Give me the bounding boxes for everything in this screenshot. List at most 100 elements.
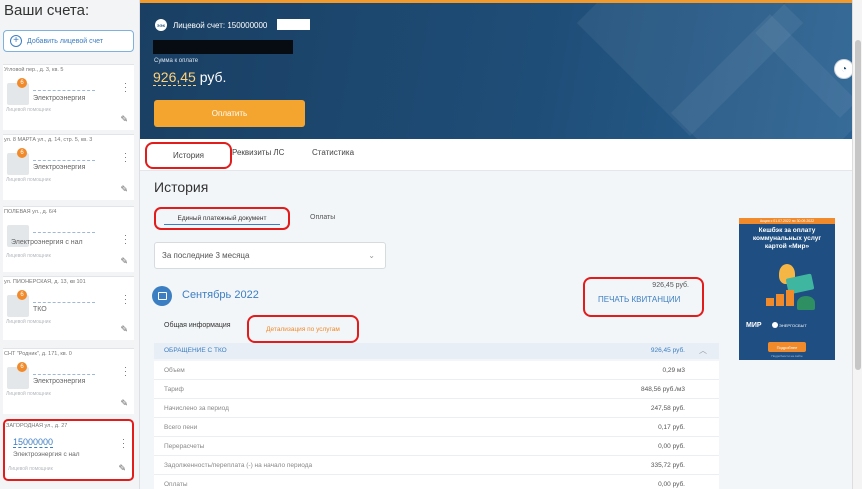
pay-button[interactable]: Оплатить bbox=[154, 100, 305, 127]
account-number-redacted bbox=[33, 225, 95, 233]
account-service: Электроэнергия bbox=[33, 95, 86, 102]
period-select[interactable]: За последние 3 месяца ⌄ bbox=[154, 242, 386, 269]
mir-logo: МИР bbox=[746, 322, 762, 329]
account-card-selected[interactable]: ЗАГОРОДНАЯ ул., д. 27 15000000 Электроэн… bbox=[3, 419, 134, 481]
service-amount: 926,45 руб. bbox=[650, 347, 685, 354]
account-label: Лицевой счет: 150000000 bbox=[173, 21, 268, 30]
add-account-button[interactable]: + Добавить лицевой счет bbox=[3, 30, 134, 52]
period-title: Сентябрь 2022 bbox=[182, 289, 259, 301]
scrollbar[interactable] bbox=[852, 0, 862, 489]
account-service: ТКО bbox=[33, 306, 47, 313]
account-address: ЗАГОРОДНАЯ ул., д. 27 bbox=[6, 423, 68, 429]
company-logo: ЭЭК bbox=[155, 19, 167, 31]
more-icon[interactable]: · · · bbox=[124, 79, 127, 96]
chevron-down-icon: ⌄ bbox=[368, 251, 375, 260]
due-label: Сумма к оплате bbox=[154, 58, 199, 64]
detail-label: Тариф bbox=[164, 386, 184, 393]
notification-badge: 6 bbox=[17, 148, 27, 158]
scrollbar-thumb[interactable] bbox=[855, 40, 861, 370]
account-service: Электроэнергия bbox=[33, 164, 86, 171]
edit-icon[interactable]: ✎ bbox=[120, 184, 128, 195]
more-icon[interactable]: · · · bbox=[124, 231, 127, 248]
edit-icon[interactable]: ✎ bbox=[118, 463, 126, 474]
account-meta: Лицевой помощник bbox=[6, 319, 51, 325]
detail-row: Перерасчеты 0,00 руб. bbox=[154, 437, 719, 456]
account-address: ул. ПИОНЕРСКАЯ, д. 13, кв 101 bbox=[4, 279, 86, 285]
tab-requisites[interactable]: Реквизиты ЛС bbox=[232, 148, 284, 157]
detail-value: 335,72 руб. bbox=[650, 462, 685, 469]
tab-statistics[interactable]: Статистика bbox=[312, 148, 354, 157]
account-number[interactable]: 15000000 bbox=[13, 437, 54, 448]
detail-label: Объем bbox=[164, 367, 185, 374]
promo-period: Акция с 01.07.2022 по 30.09.2022 bbox=[739, 218, 835, 224]
account-service: Электроэнергия с нал bbox=[13, 451, 80, 458]
account-meta: Лицевой помощник bbox=[6, 391, 51, 397]
detail-row: Объем 0,29 м3 bbox=[154, 361, 719, 380]
edit-icon[interactable]: ✎ bbox=[120, 114, 128, 125]
account-meta: Лицевой помощник bbox=[6, 107, 51, 113]
due-amount: 926,45 руб. bbox=[153, 69, 226, 86]
more-icon[interactable]: · · · bbox=[124, 149, 127, 166]
detail-row: Начислено за период 247,58 руб. bbox=[154, 399, 719, 418]
detail-row: Задолженность/переплата (-) на начало пе… bbox=[154, 456, 719, 475]
edit-icon[interactable]: ✎ bbox=[120, 324, 128, 335]
account-banner: ЭЭК Лицевой счет: 150000000 Сумма к опла… bbox=[140, 0, 852, 139]
promo-footnote: Подробности на сайте bbox=[771, 354, 803, 358]
detail-label: Всего пени bbox=[164, 424, 198, 431]
notification-badge: 6 bbox=[17, 78, 27, 88]
plus-icon: + bbox=[10, 35, 22, 47]
promo-details-button[interactable]: Подробнее bbox=[768, 342, 806, 352]
edit-icon[interactable]: ✎ bbox=[120, 398, 128, 409]
promo-banner[interactable]: Акция с 01.07.2022 по 30.09.2022 Кешбэк … bbox=[739, 218, 835, 360]
add-account-label: Добавить лицевой счет bbox=[27, 37, 104, 45]
partner-logo: ЭНЕРГОСБЫТ bbox=[779, 323, 807, 328]
account-number-redacted bbox=[33, 295, 95, 303]
service-row[interactable]: ОБРАЩЕНИЕ С ТКО 926,45 руб. ︿ bbox=[154, 343, 719, 359]
edit-icon[interactable]: ✎ bbox=[120, 256, 128, 267]
more-icon[interactable]: · · · bbox=[124, 291, 127, 308]
chevron-up-icon[interactable]: ︿ bbox=[699, 345, 707, 356]
account-card[interactable]: ул. ПИОНЕРСКАЯ, д. 13, кв 101 6 ТКО Лице… bbox=[3, 276, 134, 340]
account-card[interactable]: Угловой пер., д. 3, кв. 5 6 Электроэнерг… bbox=[3, 64, 134, 130]
account-address: ПОЛЕВАЯ ул., д. 6/4 bbox=[4, 209, 57, 215]
plant-icon bbox=[797, 296, 815, 310]
sidebar-title: Ваши счета: bbox=[4, 2, 90, 19]
more-icon[interactable]: · · · bbox=[122, 435, 125, 452]
detail-value: 0,17 руб. bbox=[658, 424, 685, 431]
redaction-block bbox=[277, 19, 310, 30]
page-title: История bbox=[154, 179, 209, 195]
account-card[interactable]: ПОЛЕВАЯ ул., д. 6/4 Электроэнергия с нал… bbox=[3, 206, 134, 272]
account-card[interactable]: СНТ "Родник", д. 171, кв. 0 6 Электроэне… bbox=[3, 348, 134, 414]
account-service: Электроэнергия с нал bbox=[11, 239, 83, 246]
detail-row: Тариф 848,56 руб./м3 bbox=[154, 380, 719, 399]
support-icon[interactable]: ◔ bbox=[834, 59, 852, 79]
account-tabs: История Реквизиты ЛС Статистика bbox=[140, 139, 852, 171]
notification-badge: 6 bbox=[17, 362, 27, 372]
account-number-redacted bbox=[33, 83, 95, 91]
detail-label: Перерасчеты bbox=[164, 443, 205, 450]
detail-value: 0,29 м3 bbox=[662, 367, 685, 374]
print-receipt-link[interactable]: ПЕЧАТЬ КВИТАНЦИИ bbox=[598, 295, 680, 304]
detail-value: 247,58 руб. bbox=[650, 405, 685, 412]
more-icon[interactable]: · · · bbox=[124, 363, 127, 380]
detail-label: Начислено за период bbox=[164, 405, 229, 412]
account-number-redacted bbox=[33, 367, 95, 375]
notification-badge: 6 bbox=[17, 290, 27, 300]
detail-value: 0,00 руб. bbox=[658, 443, 685, 450]
detail-label: Задолженность/переплата (-) на начало пе… bbox=[164, 462, 313, 469]
tab-history[interactable]: История bbox=[145, 142, 232, 169]
account-meta: Лицевой помощник bbox=[6, 253, 51, 259]
detail-row: Всего пени 0,17 руб. bbox=[154, 418, 719, 437]
account-card[interactable]: ул. 8 МАРТА ул., д. 14, стр. 5, кв. 3 6 … bbox=[3, 134, 134, 200]
detail-value: 848,56 руб./м3 bbox=[641, 386, 685, 393]
partner-logo-icon bbox=[772, 322, 778, 328]
tab-payments[interactable]: Оплаты bbox=[310, 214, 335, 221]
account-address: Угловой пер., д. 3, кв. 5 bbox=[4, 67, 64, 73]
account-meta: Лицевой помощник bbox=[6, 177, 51, 183]
period-amount: 926,45 руб. bbox=[652, 282, 689, 289]
tab-unified-payment-document[interactable]: Единый платежный документ bbox=[154, 207, 290, 230]
tab-service-details[interactable]: Детализация по услугам bbox=[247, 315, 359, 343]
tab-general-info[interactable]: Общая информация bbox=[164, 322, 231, 329]
detail-label: Оплаты bbox=[164, 481, 188, 488]
account-address: ул. 8 МАРТА ул., д. 14, стр. 5, кв. 3 bbox=[4, 137, 93, 143]
